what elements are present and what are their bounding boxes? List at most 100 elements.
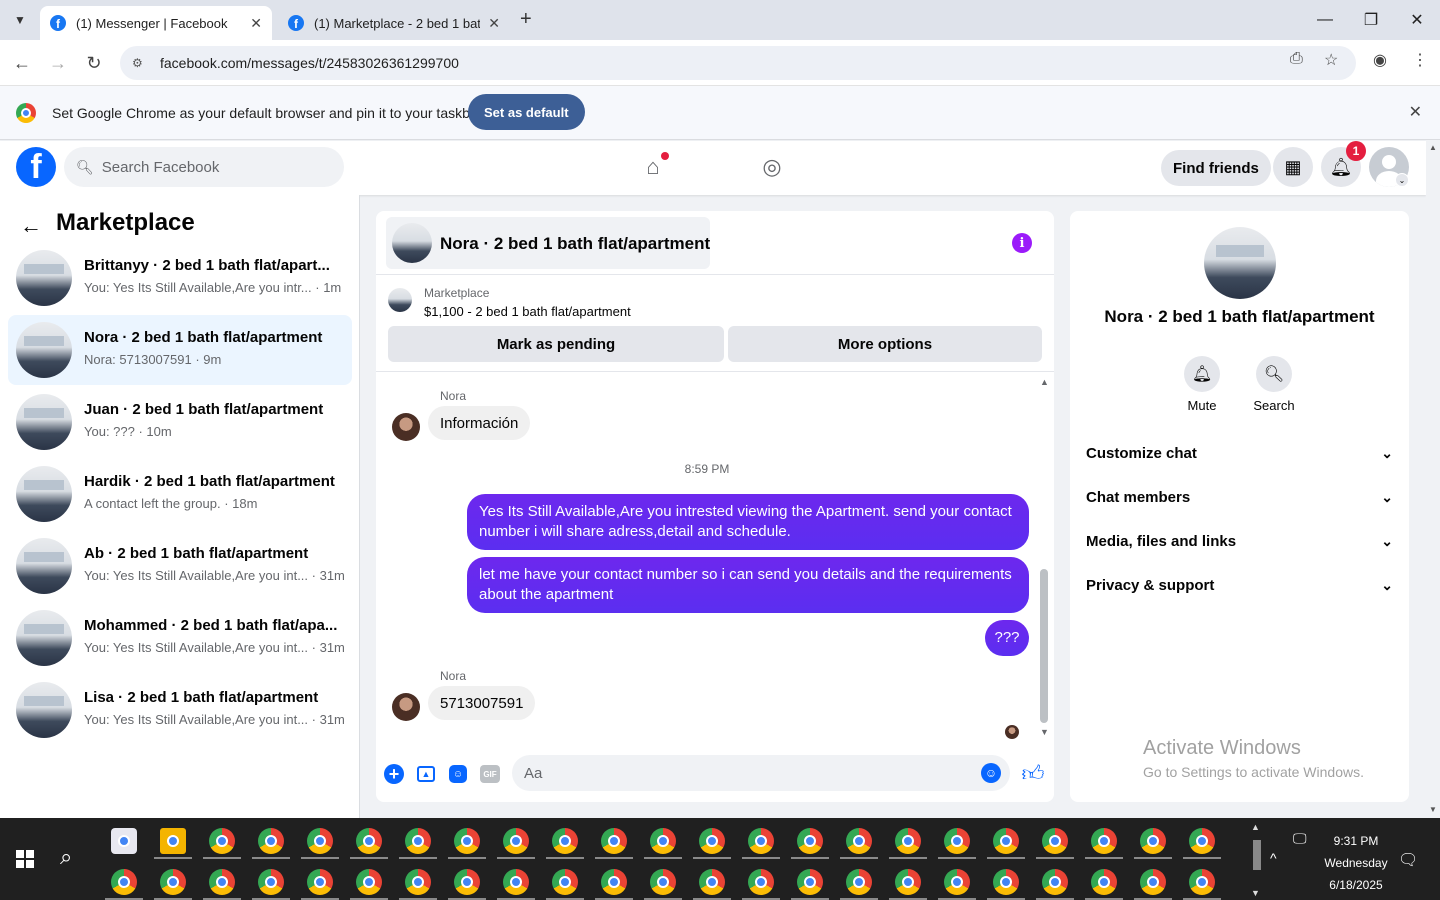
- outgoing-message[interactable]: let me have your contact number so i can…: [467, 557, 1029, 613]
- chrome-window-taskbar-icon[interactable]: [1091, 828, 1117, 854]
- mark-as-pending-button[interactable]: Mark as pending: [388, 326, 724, 362]
- chrome-window-taskbar-icon[interactable]: [111, 869, 137, 895]
- chrome-window-taskbar-icon[interactable]: [552, 869, 578, 895]
- chrome-window-taskbar-icon[interactable]: [503, 828, 529, 854]
- avatar[interactable]: [392, 413, 420, 441]
- chat-header[interactable]: Nora · 2 bed 1 bath flat/apartment: [386, 217, 710, 269]
- chrome-window-taskbar-icon[interactable]: [699, 828, 725, 854]
- scroll-down-icon[interactable]: ▼: [1251, 888, 1260, 898]
- chrome-window-taskbar-icon[interactable]: [356, 869, 382, 895]
- chrome-window-taskbar-icon[interactable]: [160, 869, 186, 895]
- tab-search-button[interactable]: ▼: [8, 8, 32, 32]
- chrome-window-taskbar-icon[interactable]: [356, 828, 382, 854]
- chrome-window-taskbar-icon[interactable]: [601, 828, 627, 854]
- more-options-button[interactable]: More options: [728, 326, 1042, 362]
- chrome-window-taskbar-icon[interactable]: [993, 869, 1019, 895]
- scroll-up-icon[interactable]: ▲: [1251, 822, 1260, 832]
- incoming-message[interactable]: 5713007591: [428, 686, 536, 720]
- chrome-window-taskbar-icon[interactable]: [895, 869, 921, 895]
- system-clock[interactable]: 9:31 PM Wednesday 6/18/2025: [1310, 830, 1402, 896]
- conversation-item-juan[interactable]: Juan · 2 bed 1 bath flat/apartment You: …: [8, 387, 352, 457]
- chevron-up-icon[interactable]: ^: [1270, 850, 1277, 866]
- minimize-button[interactable]: —: [1302, 6, 1348, 34]
- chrome-window-taskbar-icon[interactable]: [552, 828, 578, 854]
- gif-icon[interactable]: GIF: [479, 763, 501, 785]
- chrome-window-taskbar-icon[interactable]: [307, 869, 333, 895]
- back-button[interactable]: ←: [9, 50, 35, 76]
- search-facebook-input[interactable]: 🔍︎ Search Facebook: [64, 147, 344, 187]
- info-icon[interactable]: i: [1012, 233, 1032, 253]
- listing-photo[interactable]: [1204, 227, 1276, 299]
- chrome-window-taskbar-icon[interactable]: [209, 828, 235, 854]
- chrome-window-taskbar-icon[interactable]: [1042, 828, 1068, 854]
- scroll-up-icon[interactable]: ▲: [1429, 143, 1437, 152]
- action-center-icon[interactable]: 🗨︎: [1398, 850, 1418, 870]
- attach-image-icon[interactable]: ▲: [415, 763, 437, 785]
- chrome-window-taskbar-icon[interactable]: [307, 828, 333, 854]
- scroll-up-icon[interactable]: ▲: [1040, 377, 1049, 387]
- chrome-window-taskbar-icon[interactable]: [454, 828, 480, 854]
- chrome-window-taskbar-icon[interactable]: [797, 828, 823, 854]
- chrome-window-taskbar-icon[interactable]: [258, 869, 284, 895]
- chrome-window-taskbar-icon[interactable]: [846, 828, 872, 854]
- tab-marketplace[interactable]: f (1) Marketplace - 2 bed 1 bath f ✕: [278, 6, 510, 40]
- outgoing-message[interactable]: ???: [985, 620, 1029, 656]
- emoji-icon[interactable]: ☺: [981, 763, 1001, 783]
- conversation-item-brittanyy[interactable]: Brittanyy · 2 bed 1 bath flat/apart... Y…: [8, 243, 352, 313]
- chrome-window-taskbar-icon[interactable]: [1091, 869, 1117, 895]
- conversation-item-lisa[interactable]: Lisa · 2 bed 1 bath flat/apartment You: …: [8, 675, 352, 745]
- chrome-window-taskbar-icon[interactable]: [1189, 869, 1215, 895]
- conversation-item-mohammed[interactable]: Mohammed · 2 bed 1 bath flat/apa... You:…: [8, 603, 352, 673]
- search-icon[interactable]: ⌕: [60, 844, 72, 870]
- chrome-window-taskbar-icon[interactable]: [699, 869, 725, 895]
- chrome-window-taskbar-icon[interactable]: [797, 869, 823, 895]
- sticker-icon[interactable]: ☺: [447, 763, 469, 785]
- media-files-links-section[interactable]: Media, files and links ⌄: [1086, 523, 1393, 559]
- chrome-window-taskbar-icon[interactable]: [846, 869, 872, 895]
- chat-scrollbar[interactable]: ▲ ▼: [1038, 377, 1049, 739]
- chrome-window-taskbar-icon[interactable]: [895, 828, 921, 854]
- conversation-item-hardik[interactable]: Hardik · 2 bed 1 bath flat/apartment A c…: [8, 459, 352, 529]
- scroll-down-icon[interactable]: ▼: [1429, 805, 1437, 814]
- site-info-icon[interactable]: ⚙: [132, 56, 150, 70]
- outgoing-message[interactable]: Yes Its Still Available,Are you intreste…: [467, 494, 1029, 550]
- conversation-item-ab[interactable]: Ab · 2 bed 1 bath flat/apartment You: Ye…: [8, 531, 352, 601]
- message-input[interactable]: [512, 755, 1010, 791]
- chrome-window-taskbar-icon[interactable]: [454, 869, 480, 895]
- avatar[interactable]: [392, 693, 420, 721]
- chrome-window-taskbar-icon[interactable]: [601, 869, 627, 895]
- chrome-window-taskbar-icon[interactable]: [405, 869, 431, 895]
- chrome-window-taskbar-icon[interactable]: [1189, 828, 1215, 854]
- maximize-button[interactable]: ❐: [1348, 6, 1394, 34]
- chrome-window-taskbar-icon[interactable]: [650, 828, 676, 854]
- taskbar-scrollbar[interactable]: ▲ ▼: [1249, 822, 1265, 898]
- chrome-window-taskbar-icon[interactable]: [748, 828, 774, 854]
- bookmark-star-icon[interactable]: ☆: [1324, 50, 1338, 70]
- profile-icon[interactable]: ◉: [1373, 50, 1387, 70]
- chrome-window-taskbar-icon[interactable]: [503, 869, 529, 895]
- page-scrollbar[interactable]: ▲ ▼: [1426, 141, 1440, 818]
- close-icon[interactable]: ✕: [250, 15, 262, 32]
- reload-button[interactable]: ↻: [81, 50, 107, 76]
- scrollbar-thumb[interactable]: [1040, 569, 1048, 723]
- paint-app-icon[interactable]: [111, 828, 137, 854]
- privacy-support-section[interactable]: Privacy & support ⌄: [1086, 567, 1393, 603]
- incoming-message[interactable]: Información: [428, 406, 531, 440]
- scroll-down-icon[interactable]: ▼: [1040, 727, 1049, 737]
- mute-button[interactable]: 🔔︎ Mute: [1172, 356, 1232, 413]
- chrome-window-taskbar-icon[interactable]: [209, 869, 235, 895]
- chrome-window-taskbar-icon[interactable]: [944, 828, 970, 854]
- back-arrow-icon[interactable]: ←: [20, 213, 42, 239]
- thumbs-up-icon[interactable]: 👍︎: [1020, 760, 1046, 786]
- menu-kebab-icon[interactable]: ⋮: [1412, 50, 1428, 70]
- customize-chat-section[interactable]: Customize chat ⌄: [1086, 435, 1393, 471]
- set-as-default-button[interactable]: Set as default: [468, 94, 585, 130]
- chrome-window-taskbar-icon[interactable]: [993, 828, 1019, 854]
- facebook-logo-icon[interactable]: f: [16, 147, 56, 187]
- more-actions-icon[interactable]: +: [383, 763, 405, 785]
- file-explorer-icon[interactable]: [160, 828, 186, 854]
- address-bar[interactable]: ⚙ facebook.com/messages/t/24583026361299…: [120, 46, 1356, 80]
- find-friends-button[interactable]: Find friends: [1161, 150, 1271, 186]
- search-in-conversation-button[interactable]: 🔍︎ Search: [1244, 356, 1304, 413]
- chrome-window-taskbar-icon[interactable]: [748, 869, 774, 895]
